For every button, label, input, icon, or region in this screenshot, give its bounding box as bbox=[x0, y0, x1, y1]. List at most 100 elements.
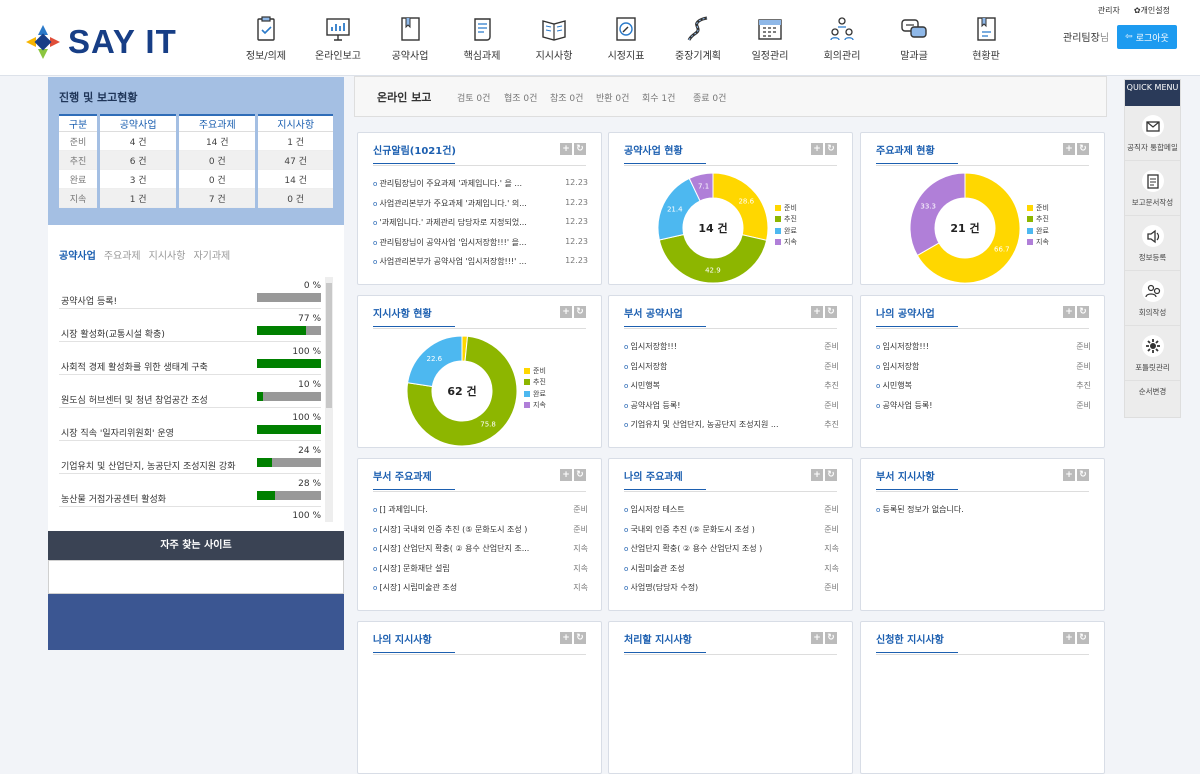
nav-item-10[interactable]: 현황판 bbox=[950, 10, 1022, 62]
scrollbar[interactable] bbox=[325, 277, 333, 522]
list-item[interactable]: 공약사업 등록! 준비 bbox=[624, 400, 839, 420]
logout-button[interactable]: ⇦ 로그아웃 bbox=[1117, 25, 1177, 49]
list-item[interactable]: '과제입니다.' 과제관리 담당자로 지정되었... 12.23 bbox=[373, 217, 588, 237]
tab-sub-4[interactable]: 회수 1건 bbox=[642, 91, 675, 104]
quick-item-2[interactable]: 정보등록 bbox=[1125, 216, 1180, 271]
list-item[interactable]: 사업관리본부가 주요과제 '과제입니다.' 의... 12.23 bbox=[373, 198, 588, 218]
plus-icon[interactable]: + bbox=[1063, 632, 1075, 644]
refresh-icon[interactable]: ↻ bbox=[574, 632, 586, 644]
panel-title[interactable]: 나의 공약사업 bbox=[876, 305, 958, 327]
list-item[interactable]: 100 % bbox=[59, 507, 321, 521]
nav-item-7[interactable]: 일정관리 bbox=[734, 10, 806, 62]
list-item[interactable]: 임시저장함!!! 준비 bbox=[876, 341, 1091, 361]
list-item[interactable]: [시장] 문화재단 설립 지속 bbox=[373, 563, 588, 583]
panel-title[interactable]: 부서 지시사항 bbox=[876, 468, 958, 490]
plus-icon[interactable]: + bbox=[811, 469, 823, 481]
list-item[interactable]: 임시저장함!!! 준비 bbox=[624, 341, 839, 361]
list-item[interactable]: [] 과제입니다. 준비 bbox=[373, 504, 588, 524]
nav-item-6[interactable]: 중장기계획 bbox=[662, 10, 734, 62]
plus-icon[interactable]: + bbox=[1063, 306, 1075, 318]
refresh-icon[interactable]: ↻ bbox=[574, 469, 586, 481]
quick-item-4[interactable]: 포틀릿관리 bbox=[1125, 326, 1180, 381]
left-tab-0[interactable]: 공약사업 bbox=[59, 247, 96, 262]
refresh-icon[interactable]: ↻ bbox=[1077, 632, 1089, 644]
refresh-icon[interactable]: ↻ bbox=[1077, 469, 1089, 481]
quick-item-3[interactable]: 회의작성 bbox=[1125, 271, 1180, 326]
tab-sub-5[interactable]: 종료 0건 bbox=[693, 91, 726, 104]
quick-item-0[interactable]: 공직자 통합메일 bbox=[1125, 106, 1180, 161]
list-item[interactable]: 임시저장 테스트 준비 bbox=[624, 504, 839, 524]
list-item[interactable]: 사업관리본부가 공약사업 '임시저장함!!!' ... 12.23 bbox=[373, 256, 588, 276]
list-item[interactable]: [시장] 산업단지 확충( ② 용수 산업단지 조... 지속 bbox=[373, 543, 588, 563]
list-item[interactable]: 공약사업 등록! 0 % bbox=[59, 276, 321, 309]
panel-title[interactable]: 부서 주요과제 bbox=[373, 468, 455, 490]
plus-icon[interactable]: + bbox=[1063, 469, 1075, 481]
list-item[interactable]: 국내외 인증 추진 (⑤ 문화도시 조성 ) 준비 bbox=[624, 524, 839, 544]
list-item[interactable]: 시장 직속 '일자리위원회' 운영 100 % bbox=[59, 408, 321, 441]
nav-item-2[interactable]: 공약사업 bbox=[374, 10, 446, 62]
list-item[interactable]: 관리팀장님이 공약사업 '임시저장함!!!' 을... 12.23 bbox=[373, 237, 588, 257]
plus-icon[interactable]: + bbox=[811, 632, 823, 644]
tab-sub-0[interactable]: 검토 0건 bbox=[457, 91, 490, 104]
list-item[interactable]: [시장] 시립미술관 조성 지속 bbox=[373, 582, 588, 602]
reorder-button[interactable]: 순서변경 bbox=[1125, 381, 1180, 403]
nav-item-0[interactable]: 정보/의제 bbox=[230, 10, 302, 62]
tab-online-report[interactable]: 온라인 보고 bbox=[377, 89, 431, 105]
refresh-icon[interactable]: ↻ bbox=[825, 469, 837, 481]
list-item[interactable]: 기업유치 및 산업단지, 농공단지 조성지원 강화 24 % bbox=[59, 441, 321, 474]
list-item[interactable]: [시장] 국내외 인증 추진 (⑤ 문화도시 조성 ) 준비 bbox=[373, 524, 588, 544]
tab-sub-1[interactable]: 협조 0건 bbox=[504, 91, 537, 104]
list-item[interactable]: 임시저장함 준비 bbox=[876, 361, 1091, 381]
plus-icon[interactable]: + bbox=[1063, 143, 1075, 155]
quick-item-1[interactable]: 보고문서작성 bbox=[1125, 161, 1180, 216]
nav-item-4[interactable]: 지시사항 bbox=[518, 10, 590, 62]
refresh-icon[interactable]: ↻ bbox=[825, 306, 837, 318]
list-item[interactable]: 등록된 정보가 없습니다. bbox=[876, 504, 1091, 524]
list-item[interactable]: 원도심 허브센터 및 청년 창업공간 조성 10 % bbox=[59, 375, 321, 408]
list-item[interactable]: 공약사업 등록! 준비 bbox=[876, 400, 1091, 420]
left-tab-1[interactable]: 주요과제 bbox=[104, 247, 141, 262]
list-item[interactable]: 사회적 경제 활성화를 위한 생태계 구축 100 % bbox=[59, 342, 321, 375]
list-item[interactable]: 시립미술관 조성 지속 bbox=[624, 563, 839, 583]
nav-item-9[interactable]: 말과글 bbox=[878, 10, 950, 62]
left-tab-2[interactable]: 지시사항 bbox=[149, 247, 186, 262]
refresh-icon[interactable]: ↻ bbox=[1077, 306, 1089, 318]
list-item[interactable]: 사업명(담당자 수정) 준비 bbox=[624, 582, 839, 602]
list-item[interactable]: 관리팀장님이 주요과제 '과제입니다.' 을 ... 12.23 bbox=[373, 178, 588, 198]
plus-icon[interactable]: + bbox=[811, 143, 823, 155]
plus-icon[interactable]: + bbox=[560, 306, 572, 318]
plus-icon[interactable]: + bbox=[811, 306, 823, 318]
nav-item-1[interactable]: 온라인보고 bbox=[302, 10, 374, 62]
personal-settings-link[interactable]: ✿개인설정 bbox=[1134, 5, 1170, 16]
refresh-icon[interactable]: ↻ bbox=[574, 143, 586, 155]
refresh-icon[interactable]: ↻ bbox=[1077, 143, 1089, 155]
admin-link[interactable]: 관리자 bbox=[1098, 5, 1120, 16]
list-item[interactable]: 시민행복 추진 bbox=[624, 380, 839, 400]
tab-sub-2[interactable]: 참조 0건 bbox=[550, 91, 583, 104]
panel-title[interactable]: 지시사항 현황 bbox=[373, 305, 455, 327]
list-item[interactable]: 시민행복 추진 bbox=[876, 380, 1091, 400]
plus-icon[interactable]: + bbox=[560, 632, 572, 644]
nav-item-3[interactable]: 핵심과제 bbox=[446, 10, 518, 62]
panel-title[interactable]: 부서 공약사업 bbox=[624, 305, 706, 327]
list-item[interactable]: 임시저장함 준비 bbox=[624, 361, 839, 381]
refresh-icon[interactable]: ↻ bbox=[825, 143, 837, 155]
scrollbar-thumb[interactable] bbox=[326, 283, 332, 408]
nav-item-5[interactable]: 시정지표 bbox=[590, 10, 662, 62]
panel-title[interactable]: 신규알림(1021건) bbox=[373, 142, 456, 164]
panel-title[interactable]: 주요과제 현황 bbox=[876, 142, 958, 164]
left-tab-3[interactable]: 자기과제 bbox=[193, 247, 230, 262]
list-item[interactable]: 기업유치 및 산업단지, 농공단지 조성지원 ... 추진 bbox=[624, 419, 839, 439]
refresh-icon[interactable]: ↻ bbox=[574, 306, 586, 318]
refresh-icon[interactable]: ↻ bbox=[825, 632, 837, 644]
nav-item-8[interactable]: 회의관리 bbox=[806, 10, 878, 62]
tab-sub-3[interactable]: 반환 0건 bbox=[596, 91, 629, 104]
logo[interactable]: SAY IT bbox=[24, 22, 177, 62]
list-item[interactable]: 시장 활성화(교통시설 확충) 77 % bbox=[59, 309, 321, 342]
list-item[interactable]: 산업단지 확충( ② 용수 산업단지 조성 ) 지속 bbox=[624, 543, 839, 563]
panel-title[interactable]: 공약사업 현황 bbox=[624, 142, 706, 164]
list-item[interactable]: 농산물 거점가공센터 활성화 28 % bbox=[59, 474, 321, 507]
panel-title[interactable]: 나의 주요과제 bbox=[624, 468, 706, 490]
plus-icon[interactable]: + bbox=[560, 469, 572, 481]
plus-icon[interactable]: + bbox=[560, 143, 572, 155]
